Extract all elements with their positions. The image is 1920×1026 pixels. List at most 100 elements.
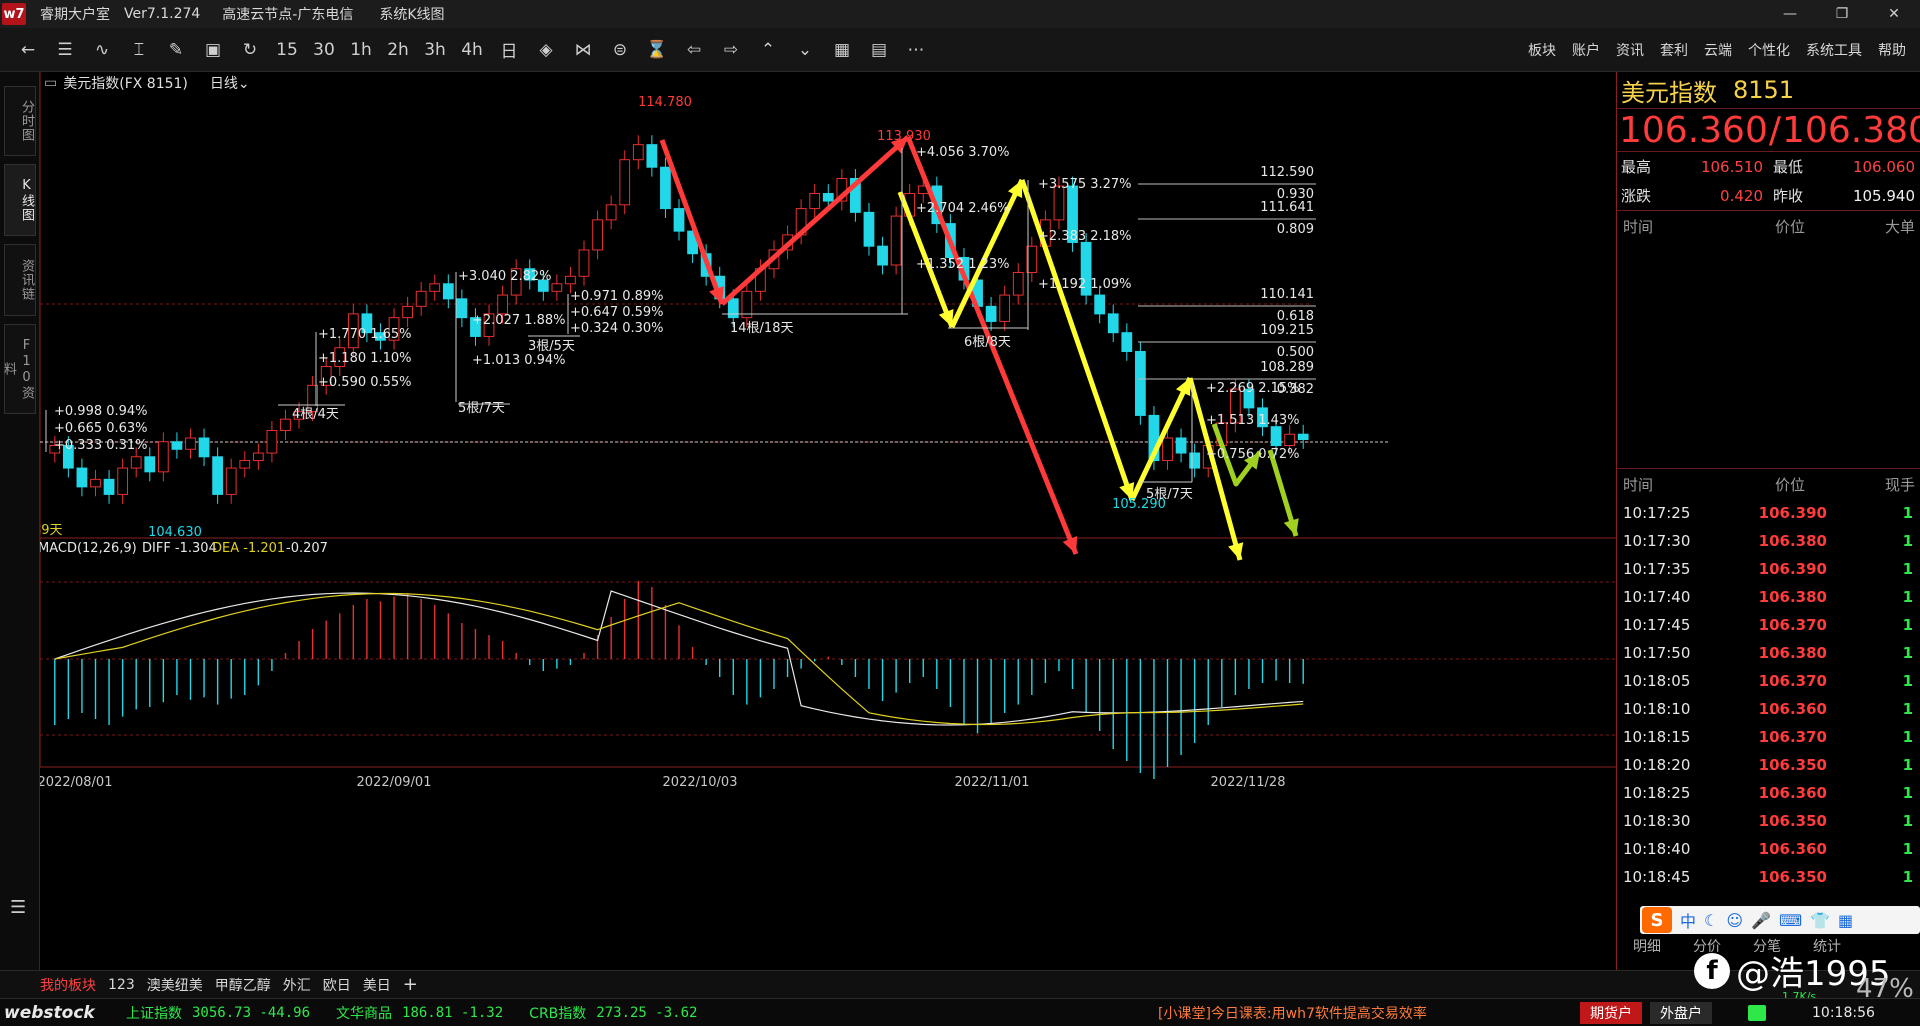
menu-item-3[interactable]: 套利 bbox=[1660, 40, 1688, 60]
period-4h-button[interactable]: 4h bbox=[455, 34, 489, 66]
prev-close-value: 105.940 bbox=[1852, 186, 1915, 205]
bottom-tab-6[interactable]: 美日 bbox=[363, 975, 391, 995]
moon-icon[interactable]: ☾ bbox=[1704, 911, 1718, 930]
candle bbox=[565, 275, 576, 285]
tick-row: 10:18:15 106.370 1 bbox=[1617, 723, 1920, 751]
grid-icon[interactable]: ▦ bbox=[1838, 911, 1853, 930]
period-day-button[interactable]: 日 bbox=[492, 34, 526, 66]
kline-chart[interactable]: 112.5900.930111.6410.809110.1410.618109.… bbox=[40, 72, 1616, 970]
candle bbox=[660, 166, 671, 210]
market-index[interactable]: 上证指数 3056.73 -44.96 bbox=[126, 1003, 310, 1023]
detail-tab-0[interactable]: 明细 bbox=[1617, 936, 1677, 958]
bid-ask-price: 106.360/106.380 bbox=[1617, 108, 1920, 152]
overseas-account-button[interactable]: 外盘户 bbox=[1650, 1002, 1712, 1024]
menu-item-7[interactable]: 帮助 bbox=[1878, 40, 1906, 60]
more-icon[interactable]: ⋯ bbox=[899, 34, 933, 66]
candle bbox=[103, 478, 115, 495]
chart-header: ▭ 美元指数(FX 8151) 日线⌄ bbox=[44, 72, 250, 94]
back-icon[interactable]: ← bbox=[11, 34, 45, 66]
tick-price: 106.360 bbox=[1758, 840, 1827, 858]
period-15-button[interactable]: 15 bbox=[270, 34, 304, 66]
draw-icon[interactable]: ✎ bbox=[159, 34, 193, 66]
date-tick: 2022/11/28 bbox=[1211, 775, 1286, 790]
bottom-tab-0[interactable]: 我的板块 bbox=[40, 975, 96, 995]
kline-chart-area[interactable]: 112.590 0.930 111.641 0.809 110.141 0.618 109.… bbox=[40, 72, 1616, 970]
next-icon[interactable]: ⇨ bbox=[714, 34, 748, 66]
ime-mode[interactable]: 中 bbox=[1680, 908, 1696, 932]
period-2h-button[interactable]: 2h bbox=[381, 34, 415, 66]
prev-icon[interactable]: ⇦ bbox=[677, 34, 711, 66]
diamond-icon[interactable]: ◈ bbox=[529, 34, 563, 66]
tick-row: 10:17:45 106.370 1 bbox=[1617, 611, 1920, 639]
tick-list[interactable]: 10:17:25 106.390 1 10:17:30 106.380 1 10:17:35… bbox=[1617, 499, 1920, 891]
market-index[interactable]: CRB指数 273.25 -3.62 bbox=[529, 1003, 697, 1023]
tick-time: 10:17:45 bbox=[1623, 616, 1691, 634]
menu-item-1[interactable]: 账户 bbox=[1572, 40, 1600, 60]
tick-qty: 1 bbox=[1902, 868, 1913, 886]
line-icon[interactable]: ∿ bbox=[85, 34, 119, 66]
futures-account-button[interactable]: 期货户 bbox=[1580, 1002, 1642, 1024]
bottom-tab-4[interactable]: 外汇 bbox=[283, 975, 311, 995]
quote-panel: 美元指数 8151 106.360/106.380 最高 106.510 最低 … bbox=[1616, 72, 1920, 970]
bottom-tab-7[interactable]: + bbox=[403, 974, 418, 995]
bottom-tab-1[interactable]: 123 bbox=[108, 977, 135, 993]
side-tabs: 分时图 K线图 资讯链 F10资料 bbox=[0, 72, 40, 970]
range-annotation: +0.665 0.63% bbox=[54, 421, 148, 436]
close-button[interactable]: ✕ bbox=[1868, 0, 1920, 28]
menu-item-6[interactable]: 系统工具 bbox=[1806, 40, 1862, 60]
minimize-button[interactable]: — bbox=[1764, 0, 1816, 28]
tick-time: 10:17:30 bbox=[1623, 532, 1691, 550]
refresh-icon[interactable]: ↻ bbox=[233, 34, 267, 66]
maximize-button[interactable]: ❐ bbox=[1816, 0, 1868, 28]
range-annotation: +4.056 3.70% bbox=[916, 145, 1010, 160]
candle bbox=[497, 294, 508, 315]
tab-kline[interactable]: K线图 bbox=[4, 164, 36, 236]
tick-price: 106.380 bbox=[1758, 644, 1827, 662]
mic-icon[interactable]: 🎤 bbox=[1751, 911, 1771, 930]
index-value: 186.81 -1.32 bbox=[402, 1004, 504, 1021]
range-annotation: +2.704 2.46% bbox=[916, 201, 1010, 216]
tab-f10[interactable]: F10资料 bbox=[1, 324, 36, 414]
layout-icon[interactable]: ▦ bbox=[825, 34, 859, 66]
fib-price: 110.141 bbox=[1260, 287, 1314, 302]
app-logo: w7 bbox=[2, 3, 26, 25]
tick-qty: 1 bbox=[1902, 672, 1913, 690]
candle bbox=[144, 456, 156, 473]
bottom-tab-2[interactable]: 澳美纽美 bbox=[147, 975, 203, 995]
tick-row: 10:17:25 106.390 1 bbox=[1617, 499, 1920, 527]
up-icon[interactable]: ⌃ bbox=[751, 34, 785, 66]
quote-title: 美元指数 8151 bbox=[1617, 72, 1920, 108]
index-value: 273.25 -3.62 bbox=[596, 1004, 698, 1021]
quote-stats: 最高 106.510 最低 106.060 涨跌 0.420 昨收 105.94… bbox=[1617, 152, 1920, 211]
kline-icon[interactable]: ⌶ bbox=[122, 34, 156, 66]
range-annotation: +1.013 0.94% bbox=[472, 353, 566, 368]
menu-item-0[interactable]: 板块 bbox=[1528, 40, 1556, 60]
bottom-tab-3[interactable]: 甲醇乙醇 bbox=[215, 975, 271, 995]
notice-text[interactable]: [小课堂]今日课表:用wh7软件提高交易效率 bbox=[1158, 999, 1427, 1026]
tab-news-chain[interactable]: 资讯链 bbox=[4, 244, 36, 316]
tab-intraday[interactable]: 分时图 bbox=[4, 86, 36, 156]
hourglass-icon[interactable]: ⌛ bbox=[640, 34, 674, 66]
period-select[interactable]: 日线⌄ bbox=[210, 73, 250, 93]
list-icon[interactable]: ☰ bbox=[48, 34, 82, 66]
window-icon[interactable]: ▤ bbox=[862, 34, 896, 66]
keyboard-icon[interactable]: ⌨ bbox=[1779, 911, 1802, 930]
range-annotation: +0.998 0.94% bbox=[54, 404, 148, 419]
bottom-tab-5[interactable]: 欧日 bbox=[323, 975, 351, 995]
period-1h-button[interactable]: 1h bbox=[344, 34, 378, 66]
save-icon[interactable]: ▣ bbox=[196, 34, 230, 66]
menu-item-2[interactable]: 资讯 bbox=[1616, 40, 1644, 60]
tick-row: 10:17:30 106.380 1 bbox=[1617, 527, 1920, 555]
bowtie-icon[interactable]: ⋈ bbox=[566, 34, 600, 66]
market-index[interactable]: 文华商品 186.81 -1.32 bbox=[336, 1003, 503, 1023]
period-30-button[interactable]: 30 bbox=[307, 34, 341, 66]
period-3h-button[interactable]: 3h bbox=[418, 34, 452, 66]
menu-item-5[interactable]: 个性化 bbox=[1748, 40, 1790, 60]
emoji-icon[interactable]: ☺ bbox=[1726, 911, 1743, 930]
sogou-icon[interactable]: S bbox=[1642, 907, 1672, 933]
shirt-icon[interactable]: 👕 bbox=[1810, 911, 1830, 930]
down-icon[interactable]: ⌄ bbox=[788, 34, 822, 66]
menu-item-4[interactable]: 云端 bbox=[1704, 40, 1732, 60]
stack-icon[interactable]: ⊜ bbox=[603, 34, 637, 66]
list-icon[interactable]: ☰ bbox=[10, 897, 26, 918]
